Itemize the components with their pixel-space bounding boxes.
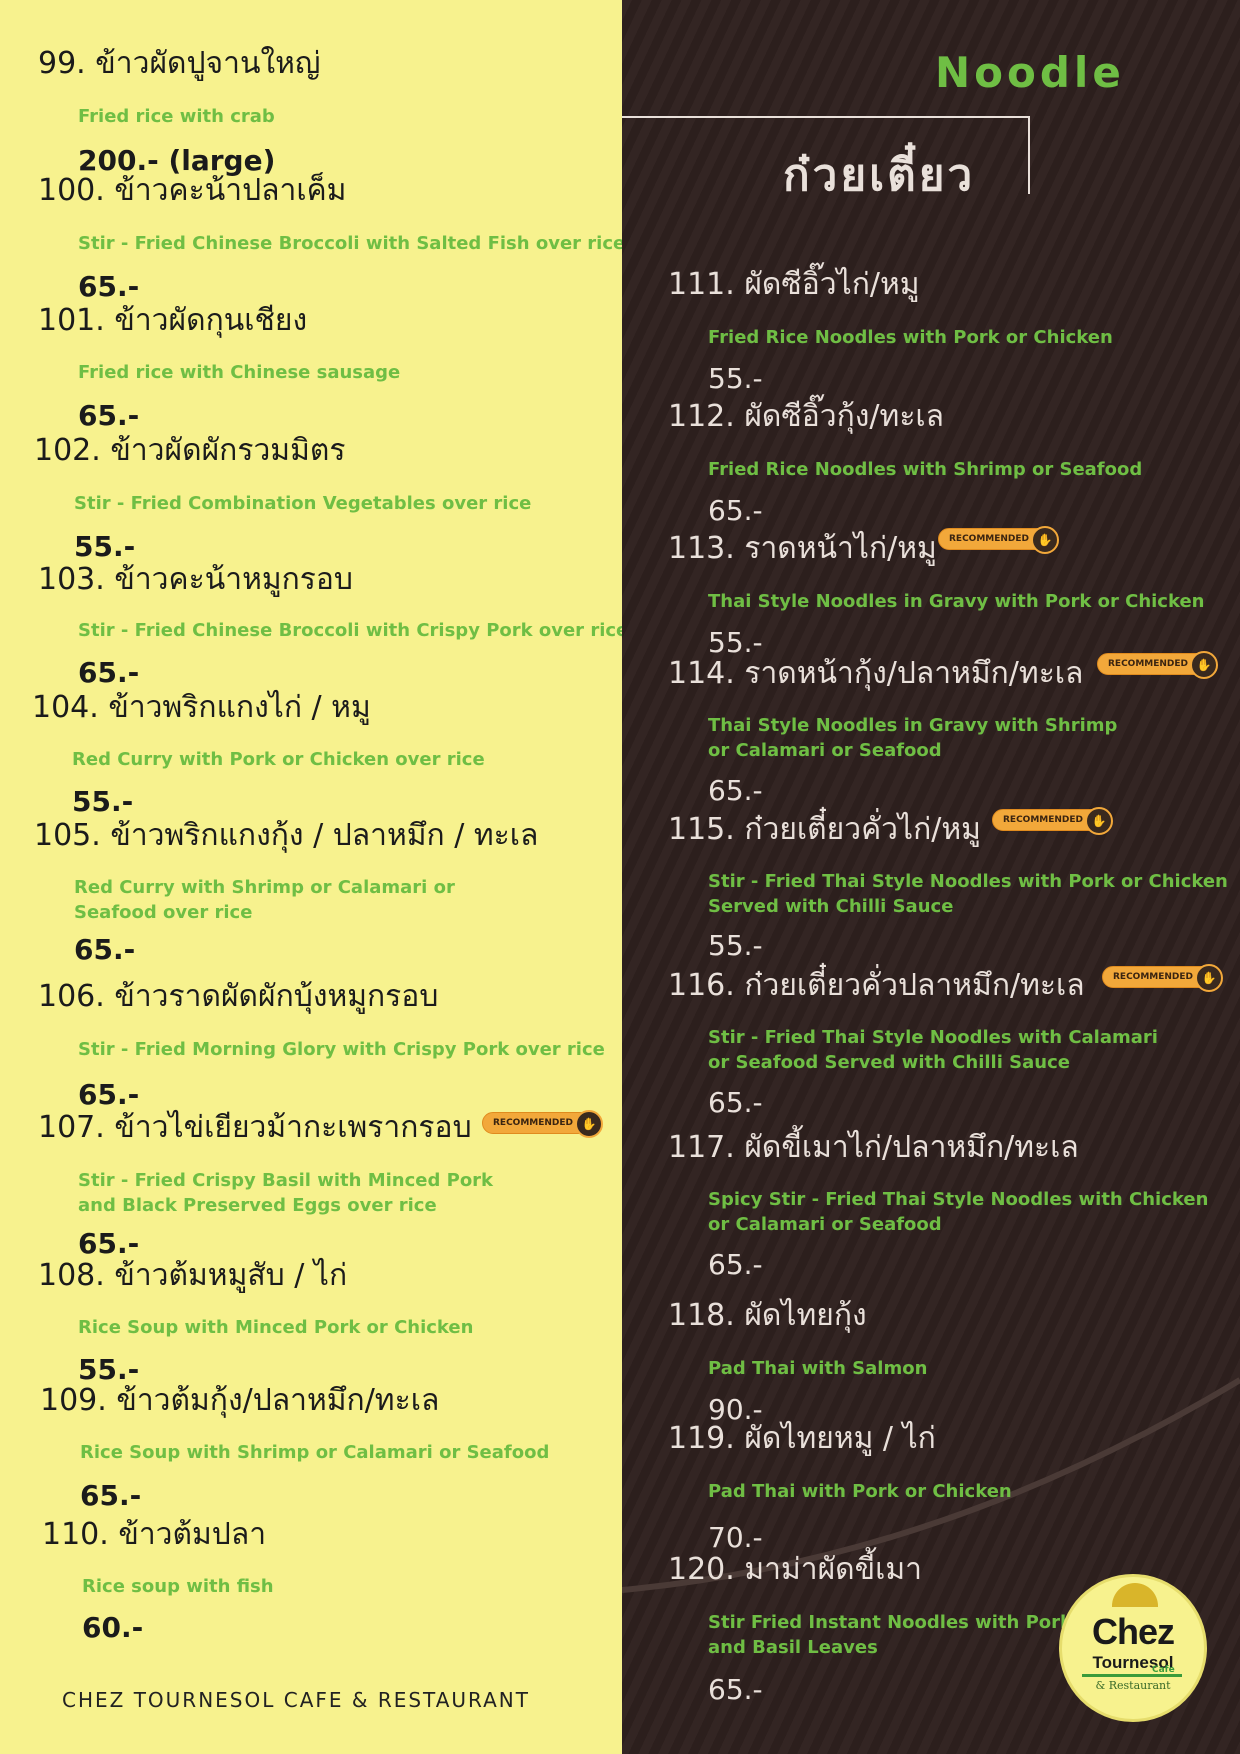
thumbs-up-icon: ✋: [1190, 651, 1219, 679]
menu-item-price: 55.-: [72, 785, 134, 818]
menu-item-name: 114. ราดหน้ากุ้ง/ปลาหมึก/ทะเล: [668, 656, 1084, 691]
thumbs-up-icon: ✋: [1195, 964, 1224, 992]
menu-item-description: Fried Rice Noodles with Pork or Chicken: [708, 327, 1113, 348]
recommended-label: RECOMMENDED: [949, 534, 1030, 544]
menu-item-name: 109. ข้าวต้มกุ้ง/ปลาหมึก/ทะเล: [40, 1383, 440, 1418]
menu-item-description: Rice Soup with Minced Pork or Chicken: [78, 1317, 474, 1338]
menu-item-name: 99. ข้าวผัดปูจานใหญ่: [38, 46, 321, 81]
menu-item-name: 100. ข้าวคะน้าปลาเค็ม: [38, 173, 347, 208]
menu-item-name: 116. ก๋วยเตี๋ยวคั่วปลาหมึก/ทะเล: [668, 968, 1085, 1003]
recommended-label: RECOMMENDED: [1108, 659, 1189, 669]
thumbs-up-icon: ✋: [1085, 807, 1114, 835]
menu-item-description: Stir - Fried Thai Style Noodles with Por…: [708, 871, 1228, 892]
menu-item-description: Served with Chilli Sauce: [708, 896, 954, 917]
menu-item-description: or Calamari or Seafood: [708, 1214, 942, 1235]
menu-item-price: 65.-: [708, 494, 763, 527]
menu-item-description: Spicy Stir - Fried Thai Style Noodles wi…: [708, 1189, 1209, 1210]
section-title-th: ก๋วยเตี๋ยว: [783, 150, 976, 201]
menu-item-description: Thai Style Noodles in Gravy with Pork or…: [708, 591, 1205, 612]
logo-line4: & Restaurant: [1095, 1679, 1171, 1692]
menu-item-description: Rice soup with fish: [82, 1576, 274, 1597]
menu-item-name: 108. ข้าวต้มหมูสับ / ไก่: [38, 1258, 348, 1293]
menu-item-name: 110. ข้าวต้มปลา: [42, 1517, 267, 1552]
menu-item-price: 65.-: [708, 1248, 763, 1281]
recommended-label: RECOMMENDED: [493, 1118, 574, 1128]
recommended-label: RECOMMENDED: [1113, 972, 1194, 982]
menu-item-price: 55.-: [708, 929, 763, 962]
menu-item-name: 112. ผัดซีอิ๊วกุ้ง/ทะเล: [668, 399, 945, 434]
thumbs-up-icon: ✋: [1031, 526, 1060, 554]
menu-item-description: and Black Preserved Eggs over rice: [78, 1195, 437, 1216]
menu-item-name: 113. ราดหน้าไก่/หมู: [668, 531, 937, 566]
menu-item-price: 65.-: [78, 270, 140, 303]
menu-item-description: Pad Thai with Pork or Chicken: [708, 1481, 1012, 1502]
menu-item-price: 65.-: [78, 656, 140, 689]
menu-item-name: 102. ข้าวผัดผักรวมมิตร: [34, 433, 346, 468]
menu-item-name: 120. มาม่าผัดขี้เมา: [668, 1552, 923, 1587]
menu-item-price: 65.-: [78, 1078, 140, 1111]
logo-line2: Tournesol: [1092, 1653, 1174, 1672]
menu-item-name: 105. ข้าวพริกแกงกุ้ง / ปลาหมึก / ทะเล: [34, 818, 539, 853]
menu-item-name: 101. ข้าวผัดกุนเชียง: [38, 303, 308, 338]
right-panel: 111. ผัดซีอิ๊วไก่/หมู Fried Rice Noodles …: [622, 0, 1240, 1754]
menu-item-description: Rice Soup with Shrimp or Calamari or Sea…: [80, 1442, 550, 1463]
title-frame-top: [622, 116, 1030, 118]
menu-item-name: 119. ผัดไทยหมู / ไก่: [668, 1421, 936, 1456]
section-title-en: Noodle: [935, 48, 1125, 97]
menu-item-description: Stir - Fried Morning Glory with Crispy P…: [78, 1039, 605, 1060]
menu-item-price: 65.-: [78, 399, 140, 432]
menu-item-price: 65.-: [80, 1479, 142, 1512]
menu-item-price: 65.-: [708, 774, 763, 807]
menu-item-name: 115. ก๋วยเตี๋ยวคั่วไก่/หมู: [668, 812, 981, 847]
logo-line1: Chez: [1091, 1611, 1175, 1652]
menu-item-description: Stir - Fried Thai Style Noodles with Cal…: [708, 1027, 1158, 1048]
logo-line3: Cafe: [1152, 1665, 1175, 1675]
menu-item-description: Stir - Fried Chinese Broccoli with Crisp…: [78, 620, 629, 641]
menu-item-description: Stir - Fried Combination Vegetables over…: [74, 493, 532, 514]
recommended-badge: RECOMMENDED ✋: [1102, 964, 1224, 992]
title-frame-right: [1028, 116, 1030, 194]
menu-item-description: or Calamari or Seafood: [708, 740, 942, 761]
menu-item-price: 70.-: [708, 1521, 763, 1554]
menu-item-description: Stir Fried Instant Noodles with Pork: [708, 1612, 1073, 1633]
menu-item-description: Stir - Fried Crispy Basil with Minced Po…: [78, 1170, 494, 1191]
menu-item-price: 55.-: [74, 530, 136, 563]
menu-item-name: 106. ข้าวราดผัดผักบุ้งหมูกรอบ: [38, 979, 439, 1014]
menu-item-description: and Basil Leaves: [708, 1637, 878, 1658]
menu-item-price: 65.-: [78, 1227, 140, 1260]
menu-item-name: 118. ผัดไทยกุ้ง: [668, 1298, 867, 1333]
menu-item-description: Pad Thai with Salmon: [708, 1358, 928, 1379]
menu-item-description: Seafood over rice: [74, 902, 253, 923]
recommended-badge: RECOMMENDED ✋: [1097, 651, 1219, 679]
menu-item-price: 60.-: [82, 1611, 144, 1644]
thumbs-up-icon: ✋: [575, 1110, 604, 1138]
menu-item-description: or Seafood Served with Chilli Sauce: [708, 1052, 1070, 1073]
menu-item-name: 107. ข้าวไข่เยียวม้ากะเพรากรอบ: [38, 1110, 472, 1145]
recommended-badge: RECOMMENDED ✋: [482, 1110, 604, 1138]
menu-item-description: Stir - Fried Chinese Broccoli with Salte…: [78, 233, 626, 254]
menu-item-price: 55.-: [78, 1353, 140, 1386]
menu-item-price: 65.-: [708, 1086, 763, 1119]
menu-item-description: Fried Rice Noodles with Shrimp or Seafoo…: [708, 459, 1143, 480]
menu-item-name: 111. ผัดซีอิ๊วไก่/หมู: [668, 267, 920, 302]
sunflower-icon: [1112, 1583, 1158, 1607]
menu-item-price: 65.-: [708, 1673, 763, 1706]
left-panel: 99. ข้าวผัดปูจานใหญ่ Fried rice with crab…: [0, 0, 628, 1754]
menu-item-description: Fried rice with crab: [78, 106, 275, 127]
menu-item-description: Thai Style Noodles in Gravy with Shrimp: [708, 715, 1118, 736]
recommended-badge: RECOMMENDED ✋: [992, 807, 1114, 835]
menu-item-name: 117. ผัดขี้เมาไก่/ปลาหมึก/ทะเล: [668, 1130, 1079, 1165]
menu-item-price: 55.-: [708, 362, 763, 395]
recommended-badge: RECOMMENDED ✋: [938, 526, 1060, 554]
menu-item-name: 104. ข้าวพริกแกงไก่ / หมู: [32, 690, 371, 725]
menu-item-description: Fried rice with Chinese sausage: [78, 362, 401, 383]
menu-item-price: 55.-: [708, 626, 763, 659]
menu-item-description: Red Curry with Shrimp or Calamari or: [74, 877, 455, 898]
recommended-label: RECOMMENDED: [1003, 815, 1084, 825]
restaurant-footer: CHEZ TOURNESOL CAFE & RESTAURANT: [62, 1688, 530, 1712]
menu-item-description: Red Curry with Pork or Chicken over rice: [72, 749, 485, 770]
menu-item-price: 65.-: [74, 933, 136, 966]
restaurant-logo: Chez Tournesol Cafe & Restaurant: [1062, 1577, 1204, 1719]
menu-item-name: 103. ข้าวคะน้าหมูกรอบ: [38, 562, 353, 597]
